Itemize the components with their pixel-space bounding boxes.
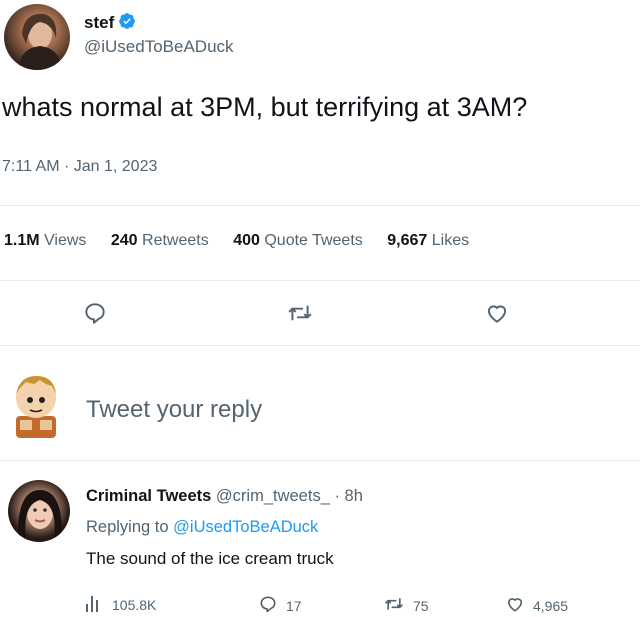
author-name-row: stef <box>84 11 136 35</box>
author-handle[interactable]: @iUsedToBeADuck <box>84 37 234 57</box>
reply-replies-count: 17 <box>286 597 302 614</box>
retweet-icon[interactable] <box>287 300 313 331</box>
tweet-text: whats normal at 3PM, but terrifying at 3… <box>2 92 528 122</box>
stat-likes[interactable]: 9,667 Likes <box>387 232 469 249</box>
like-icon[interactable] <box>484 300 510 331</box>
retweet-icon <box>383 594 405 617</box>
stat-views[interactable]: 1.1M Views <box>4 232 91 249</box>
reply-header: Criminal Tweets @crim_tweets_ · 8h <box>86 487 363 506</box>
stat-quote-tweets[interactable]: 400 Quote Tweets <box>233 232 367 249</box>
reply-replies-metric[interactable]: 17 <box>258 594 302 617</box>
verified-badge-icon <box>118 12 136 35</box>
reply-author-avatar[interactable] <box>8 480 70 542</box>
reply-views-metric[interactable]: 105.8K <box>84 594 156 615</box>
divider <box>0 205 640 206</box>
divider <box>0 460 640 461</box>
replying-to-handle[interactable]: @iUsedToBeADuck <box>173 518 318 536</box>
divider <box>0 345 640 346</box>
reply-views-count: 105.8K <box>112 596 157 613</box>
reply-icon <box>258 594 278 617</box>
composer-avatar <box>10 372 62 438</box>
stat-retweets[interactable]: 240 Retweets <box>111 232 213 249</box>
reply-retweets-count: 75 <box>413 597 429 614</box>
author-name[interactable]: stef <box>84 13 114 33</box>
tweet-timestamp[interactable]: 7:11 AM · Jan 1, 2023 <box>2 158 157 176</box>
divider <box>0 280 640 281</box>
reply-icon[interactable] <box>82 300 108 331</box>
like-icon <box>505 594 525 617</box>
author-avatar[interactable] <box>4 4 70 70</box>
reply-retweets-metric[interactable]: 75 <box>383 594 429 617</box>
replying-to-prefix: Replying to <box>86 518 169 536</box>
reply-author-handle[interactable]: @crim_tweets_ <box>216 487 330 505</box>
replying-to-line: Replying to @iUsedToBeADuck <box>86 518 318 537</box>
reply-author-name[interactable]: Criminal Tweets <box>86 487 211 505</box>
reply-text: The sound of the ice cream truck <box>86 549 334 568</box>
reply-likes-metric[interactable]: 4,965 <box>505 594 568 617</box>
reply-time[interactable]: · 8h <box>334 487 362 505</box>
views-icon <box>84 594 104 615</box>
stats-row: 1.1M Views 240 Retweets 400 Quote Tweets… <box>4 232 469 250</box>
reply-composer-input[interactable]: Tweet your reply <box>86 396 262 424</box>
reply-likes-count: 4,965 <box>533 597 569 614</box>
